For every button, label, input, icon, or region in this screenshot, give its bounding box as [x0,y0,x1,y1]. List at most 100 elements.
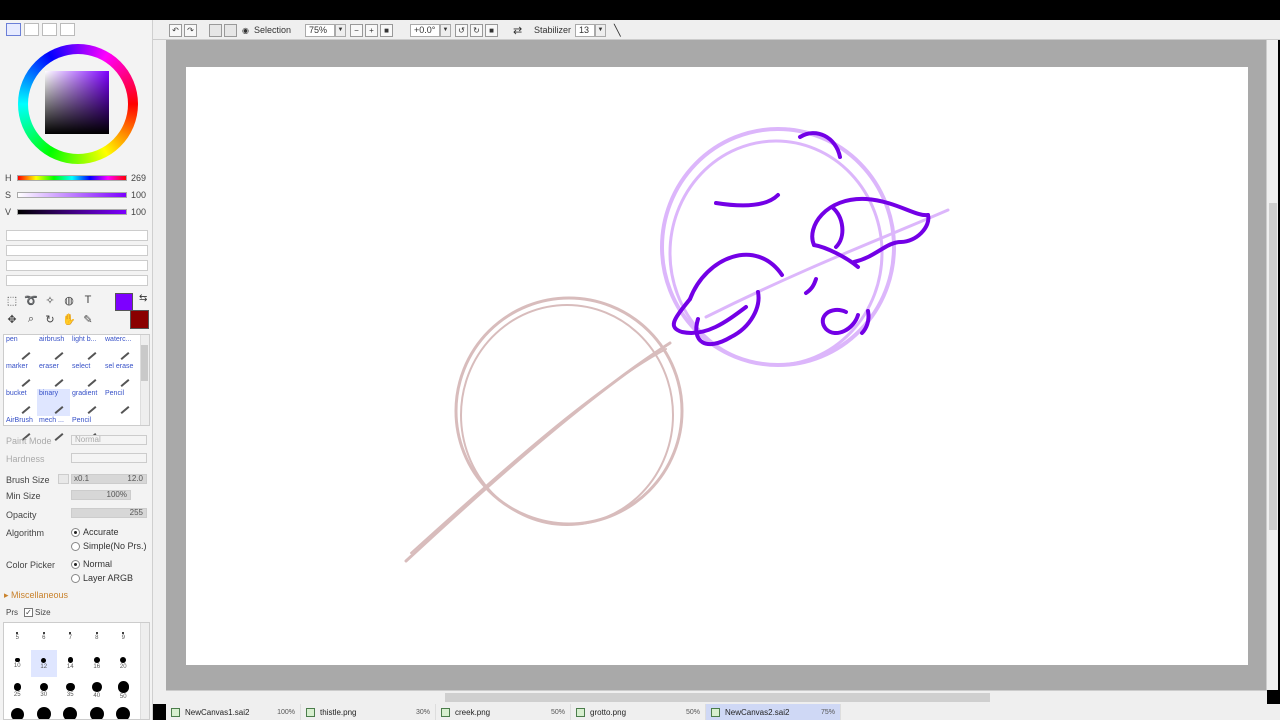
brush-size-multiplier-dropdown[interactable] [58,474,69,484]
lasso-icon[interactable]: ➰ [23,292,39,308]
selection-label[interactable]: Selection [254,25,291,35]
background-color-swatch[interactable] [130,310,149,329]
size-preset[interactable]: 8 [84,623,111,650]
zoom-reset-icon[interactable]: ■ [380,23,393,37]
rotate-tool-icon[interactable]: ↻ [42,311,58,327]
size-preset[interactable]: 20 [110,650,137,677]
size-preset[interactable]: 35 [57,677,84,704]
opacity-slider[interactable]: 255 [71,508,147,518]
move-tool-icon[interactable]: ✥ [4,311,20,327]
brush-light-brush[interactable]: light b... [70,335,103,362]
paint-mode-dropdown[interactable]: Normal [71,435,147,445]
value-slider[interactable] [17,209,127,215]
text-tool-icon[interactable]: T [80,292,96,308]
mixer-bar-4[interactable] [6,275,148,286]
size-preset[interactable]: 25 [4,677,31,704]
brush-binary[interactable]: binary [37,389,70,416]
flip-icon[interactable]: ⇄ [513,23,522,37]
rotate-right-icon[interactable]: ↻ [470,23,483,37]
brush-select[interactable]: select [70,362,103,389]
tab-newcanvas1[interactable]: NewCanvas1.sai2 100% [166,704,301,720]
mixer-bar-3[interactable] [6,260,148,271]
size-preset[interactable]: 6 [31,623,58,650]
brush-eraser[interactable]: eraser [37,362,70,389]
magic-wand-icon[interactable]: ✧ [42,292,58,308]
brush-marker[interactable]: marker [4,362,37,389]
eye-icon[interactable]: ◉ [239,24,252,37]
fill-select-icon[interactable]: ◍ [61,292,77,308]
saturation-value-square[interactable] [45,71,109,134]
algorithm-simple-radio[interactable]: Simple(No Prs.) [71,541,147,551]
size-preset[interactable]: 30 [31,677,58,704]
tab-grotto[interactable]: grotto.png 50% [571,704,706,720]
size-preset[interactable]: 14 [57,650,84,677]
size-preset[interactable]: 70 [31,704,58,719]
hardness-buttons[interactable] [71,453,147,463]
color-wheel-mode-icon[interactable] [6,23,21,36]
size-preset[interactable]: 80 [57,704,84,719]
hand-tool-icon[interactable]: ✋ [61,311,77,327]
mixer-bar-1[interactable] [6,230,148,241]
redo-icon[interactable]: ↷ [184,23,197,37]
rotation-dropdown[interactable]: +0.0° [410,23,440,37]
brush-airbrush[interactable]: airbrush [37,335,70,362]
saturation-slider[interactable] [17,192,127,198]
brush-pen[interactable]: pen [4,335,37,362]
size-preset[interactable]: 7 [57,623,84,650]
line-tool-icon[interactable]: ╲ [614,24,621,37]
min-size-slider[interactable]: 100% [71,490,131,500]
color-picker-normal-radio[interactable]: Normal [71,559,112,569]
size-checkbox[interactable]: ✓ [24,608,33,617]
miscellaneous-toggle[interactable]: ▸ Miscellaneous [4,590,68,601]
size-preset[interactable]: 16 [84,650,111,677]
marquee-select-icon[interactable]: ⬚ [4,292,20,308]
algorithm-accurate-radio[interactable]: Accurate [71,527,119,537]
rgb-slider-mode-icon[interactable] [24,23,39,36]
rotation-reset-icon[interactable]: ■ [485,23,498,37]
rotation-dropdown-arrow-icon[interactable]: ▼ [440,23,451,37]
mixer-bar-2[interactable] [6,245,148,256]
stabilizer-dropdown[interactable]: 13 [575,23,596,37]
brush-bucket[interactable]: bucket [4,389,37,416]
tab-creek[interactable]: creek.png 50% [436,704,571,720]
swap-colors-icon[interactable]: ⇆ [139,293,147,304]
zoom-tool-icon[interactable]: ⌕ [23,311,39,327]
color-picker-layer-argb-radio[interactable]: Layer ARGB [71,573,133,583]
swatches-mode-icon[interactable] [60,23,75,36]
eyedropper-icon[interactable]: ✎ [80,311,96,327]
size-preset[interactable]: 50 [110,677,137,704]
value-value: 100 [131,207,147,217]
size-preset[interactable]: 100 [84,704,111,719]
size-preset[interactable]: 120 [110,704,137,719]
zoom-dropdown-arrow-icon[interactable]: ▼ [335,23,346,37]
brush-size-slider[interactable]: x0.1 12.0 [71,474,147,484]
deselect-icon[interactable] [209,23,222,37]
foreground-color-swatch[interactable] [115,293,133,311]
undo-icon[interactable]: ↶ [169,23,182,37]
size-presets-scrollbar[interactable] [140,623,149,719]
brush-gradient[interactable]: gradient [70,389,103,416]
zoom-dropdown[interactable]: 75% [305,23,335,37]
size-preset[interactable]: 12 [30,650,57,677]
brush-sel-erase[interactable]: sel erase [103,362,136,389]
hue-slider[interactable] [17,175,127,181]
zoom-out-icon[interactable]: − [350,23,363,37]
size-preset[interactable]: 40 [84,677,111,704]
invert-selection-icon[interactable] [224,23,237,37]
size-preset[interactable]: 10 [4,650,31,677]
size-preset[interactable]: 5 [4,623,31,650]
size-preset[interactable]: 9 [110,623,137,650]
rotate-left-icon[interactable]: ↺ [455,23,468,37]
hsv-slider-mode-icon[interactable] [42,23,57,36]
tab-thistle[interactable]: thistle.png 30% [301,704,436,720]
zoom-in-icon[interactable]: + [365,23,378,37]
brush-pencil[interactable]: Pencil [103,389,136,416]
stabilizer-dropdown-arrow-icon[interactable]: ▼ [595,23,607,37]
horizontal-scrollbar[interactable] [166,690,1267,704]
size-preset[interactable]: 60 [4,704,31,719]
tab-newcanvas2[interactable]: NewCanvas2.sai2 75% [706,704,841,720]
brush-list-scrollbar[interactable] [140,335,149,425]
vertical-scrollbar[interactable] [1266,40,1278,690]
drawing-canvas[interactable] [186,67,1248,665]
brush-watercolor[interactable]: waterc... [103,335,136,362]
